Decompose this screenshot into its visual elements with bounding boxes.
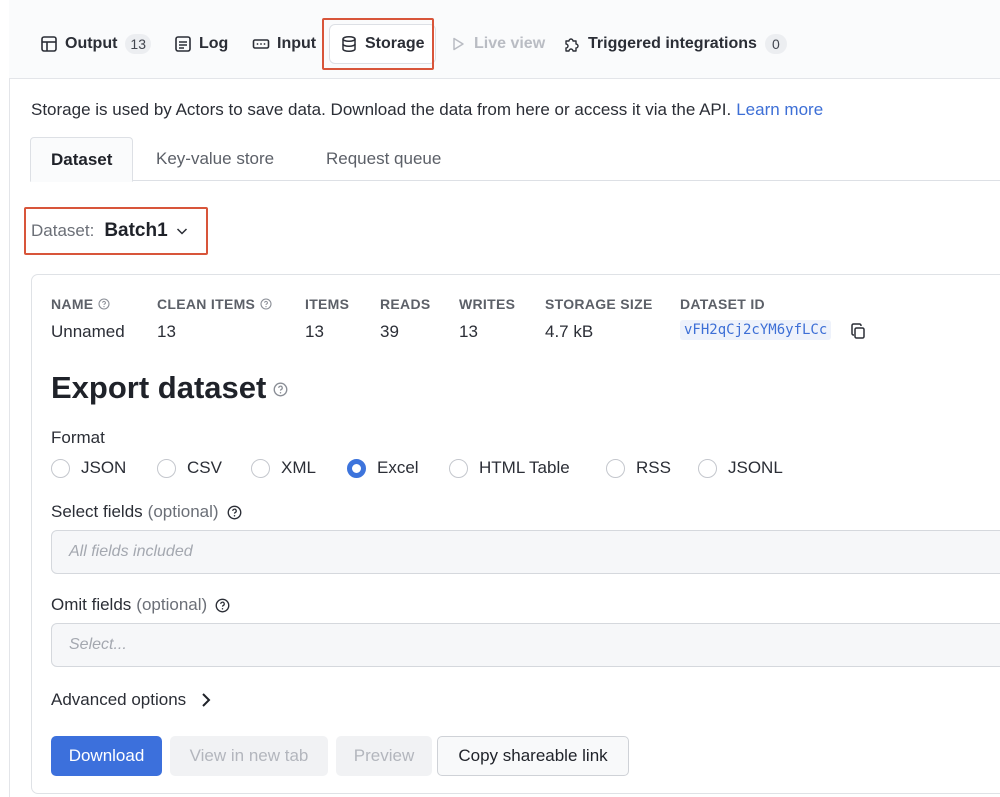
preview-button[interactable]: Preview bbox=[336, 736, 432, 776]
meta-header-dataset-id: DATASET ID bbox=[680, 296, 765, 312]
radio-circle bbox=[51, 458, 70, 478]
select-fields-optional: (optional) bbox=[147, 502, 219, 521]
tab-log[interactable]: Log bbox=[174, 24, 228, 64]
tab-triggered-integrations[interactable]: Triggered integrations 0 bbox=[563, 24, 787, 64]
format-jsonl-label: JSONL bbox=[728, 458, 783, 477]
omit-fields-label-text: Omit fields bbox=[51, 595, 132, 614]
radio-circle bbox=[449, 458, 468, 478]
tab-output[interactable]: Output 13 bbox=[40, 24, 151, 64]
puzzle-icon bbox=[565, 38, 579, 52]
dataset-selector-label: Dataset: bbox=[31, 221, 95, 240]
input-icon bbox=[252, 39, 270, 49]
help-icon[interactable] bbox=[215, 598, 230, 613]
tab-triggered-label: Triggered integrations bbox=[588, 35, 757, 52]
play-icon bbox=[453, 37, 464, 51]
export-dataset-title: Export dataset bbox=[51, 370, 288, 406]
advanced-options-label: Advanced options bbox=[51, 690, 187, 709]
meta-value-writes: 13 bbox=[459, 322, 478, 341]
meta-header-items: ITEMS bbox=[305, 296, 350, 312]
tab-output-count: 13 bbox=[125, 34, 151, 54]
tab-output-label: Output bbox=[65, 35, 118, 52]
meta-header-storage-size: STORAGE SIZE bbox=[545, 296, 653, 312]
tab-storage[interactable]: Storage bbox=[329, 24, 436, 64]
tab-storage-label: Storage bbox=[365, 35, 425, 52]
tab-log-label: Log bbox=[199, 35, 229, 52]
format-xml-label: XML bbox=[281, 458, 316, 477]
select-fields-label: Select fields (optional) bbox=[51, 502, 242, 522]
format-excel-label: Excel bbox=[377, 458, 419, 477]
meta-header-clean-items: CLEAN ITEMS bbox=[157, 296, 272, 312]
meta-header-name-text: NAME bbox=[51, 296, 94, 312]
format-html-table-label: HTML Table bbox=[479, 458, 570, 477]
select-fields-input[interactable]: All fields included bbox=[51, 530, 1000, 574]
omit-fields-label: Omit fields (optional) bbox=[51, 595, 230, 615]
meta-value-items: 13 bbox=[305, 322, 324, 341]
meta-value-name: Unnamed bbox=[51, 322, 125, 341]
subtab-request-queue[interactable]: Request queue bbox=[326, 137, 441, 181]
subtab-dataset[interactable]: Dataset bbox=[30, 137, 134, 182]
format-radio-xml[interactable]: XML bbox=[251, 458, 316, 478]
meta-value-clean-items: 13 bbox=[157, 322, 176, 341]
subtab-key-value-store[interactable]: Key-value store bbox=[156, 137, 274, 181]
meta-header-writes: WRITES bbox=[459, 296, 516, 312]
format-rss-label: RSS bbox=[636, 458, 671, 477]
table-icon bbox=[41, 36, 57, 52]
omit-fields-optional: (optional) bbox=[136, 595, 208, 614]
radio-circle bbox=[606, 458, 625, 478]
format-label: Format bbox=[51, 428, 105, 447]
database-icon bbox=[342, 35, 356, 53]
help-icon[interactable] bbox=[98, 298, 110, 310]
tab-live-view-label: Live view bbox=[474, 35, 546, 52]
radio-circle bbox=[157, 458, 176, 478]
format-radio-csv[interactable]: CSV bbox=[157, 458, 222, 478]
meta-value-storage-size: 4.7 kB bbox=[545, 322, 594, 341]
format-json-label: JSON bbox=[81, 458, 127, 477]
meta-header-clean-items-text: CLEAN ITEMS bbox=[157, 296, 256, 312]
format-radio-rss[interactable]: RSS bbox=[606, 458, 671, 478]
dataset-id-value[interactable]: vFH2qCj2cYM6yfLCc bbox=[680, 320, 832, 340]
radio-circle-checked bbox=[347, 458, 366, 478]
select-fields-label-text: Select fields bbox=[51, 502, 143, 521]
log-icon bbox=[175, 36, 191, 52]
meta-header-name: NAME bbox=[51, 296, 110, 312]
format-radio-excel[interactable]: Excel bbox=[347, 458, 419, 478]
storage-description-text: Storage is used by Actors to save data. … bbox=[31, 100, 732, 119]
help-icon[interactable] bbox=[260, 298, 272, 310]
view-in-new-tab-button[interactable]: View in new tab bbox=[170, 736, 328, 776]
copy-icon[interactable] bbox=[849, 322, 867, 340]
advanced-options-toggle[interactable]: Advanced options bbox=[51, 690, 212, 710]
help-icon[interactable] bbox=[227, 505, 242, 520]
tab-input-label: Input bbox=[277, 35, 317, 52]
export-dataset-title-text: Export dataset bbox=[51, 370, 267, 405]
chevron-down-icon bbox=[176, 228, 187, 235]
download-button[interactable]: Download bbox=[51, 736, 162, 776]
radio-circle bbox=[698, 458, 717, 478]
help-icon[interactable] bbox=[273, 382, 288, 397]
storage-description: Storage is used by Actors to save data. … bbox=[31, 100, 823, 120]
tab-triggered-count: 0 bbox=[764, 34, 787, 54]
omit-fields-input[interactable]: Select... bbox=[51, 623, 1000, 667]
tab-live-view[interactable]: Live view bbox=[449, 24, 545, 64]
format-csv-label: CSV bbox=[187, 458, 222, 477]
format-radio-json[interactable]: JSON bbox=[51, 458, 126, 478]
format-radio-jsonl[interactable]: JSONL bbox=[698, 458, 783, 478]
format-radio-html-table[interactable]: HTML Table bbox=[449, 458, 570, 478]
dataset-selector[interactable]: Dataset: Batch1 bbox=[31, 220, 189, 242]
dataset-selector-value: Batch1 bbox=[104, 220, 168, 241]
tab-input[interactable]: Input bbox=[252, 24, 316, 64]
copy-shareable-link-button[interactable]: Copy shareable link bbox=[437, 736, 629, 776]
meta-value-reads: 39 bbox=[380, 322, 399, 341]
chevron-right-icon bbox=[202, 693, 211, 707]
learn-more-link[interactable]: Learn more bbox=[736, 100, 823, 119]
radio-circle bbox=[251, 458, 270, 478]
meta-header-reads: READS bbox=[380, 296, 431, 312]
